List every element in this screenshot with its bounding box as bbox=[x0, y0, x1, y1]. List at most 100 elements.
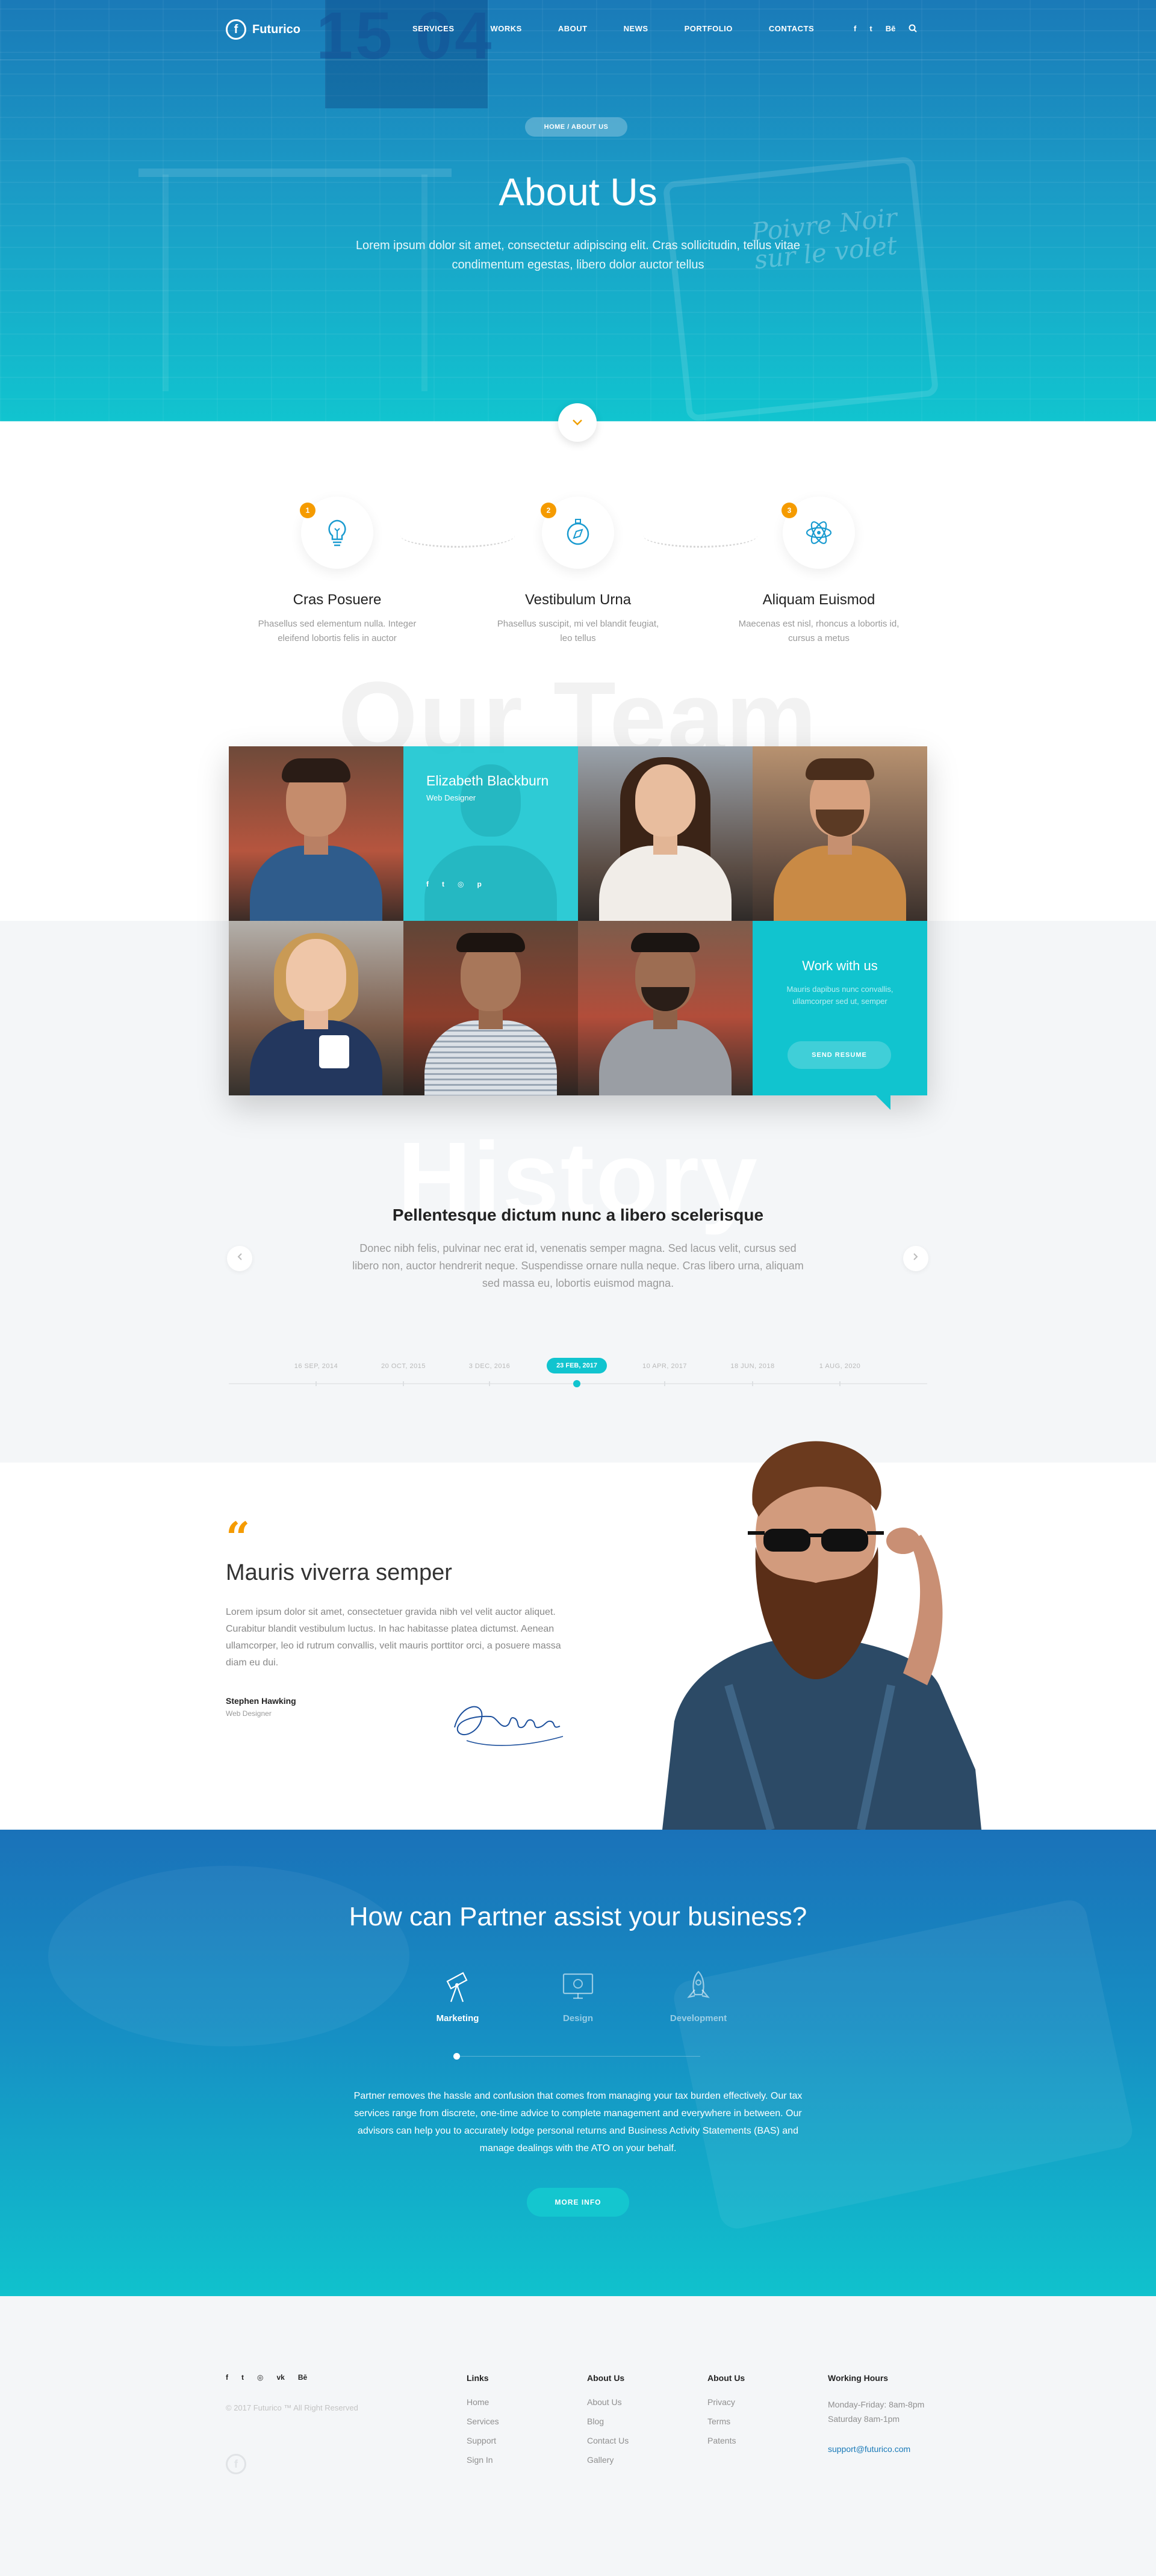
timeline-item-active[interactable]: 23 FEB, 2017 bbox=[547, 1358, 607, 1373]
vk-icon[interactable]: vk bbox=[276, 2373, 284, 2382]
footer-link[interactable]: Terms bbox=[707, 2417, 745, 2426]
telescope-icon bbox=[446, 1972, 468, 2002]
footer-link[interactable]: Services bbox=[467, 2417, 499, 2426]
facebook-icon[interactable]: f bbox=[426, 880, 429, 888]
timeline-tick bbox=[315, 1381, 317, 1386]
timeline-tick bbox=[839, 1381, 841, 1386]
working-hours-line: Saturday 8am-1pm bbox=[828, 2414, 900, 2424]
timeline-item[interactable]: 18 JUN, 2018 bbox=[730, 1363, 774, 1370]
testimonial-author-name: Stephen Hawking bbox=[226, 1696, 296, 1706]
feature-text: Phasellus sed elementum nulla. Integer e… bbox=[258, 619, 417, 643]
timeline-item[interactable]: 1 AUG, 2020 bbox=[819, 1363, 861, 1370]
page-title: About Us bbox=[499, 170, 657, 214]
compass-icon bbox=[567, 519, 589, 545]
timeline-item[interactable]: 16 SEP, 2014 bbox=[294, 1363, 338, 1370]
feature-icon-circle: 1 bbox=[300, 497, 373, 569]
history-next-button[interactable] bbox=[903, 1246, 928, 1271]
nav-item-works[interactable]: Works bbox=[491, 24, 522, 33]
footer: f t ◎ vk Bē © 2017 Futurico ™ All Right … bbox=[0, 2296, 1156, 2576]
cta-title: Work with us bbox=[802, 958, 878, 973]
timeline-active-dot bbox=[573, 1380, 580, 1387]
hero-section: 15 04 Poivre Noir sur le volet f Futuric… bbox=[0, 0, 1156, 421]
scroll-down-button[interactable] bbox=[558, 403, 597, 442]
atom-icon bbox=[806, 521, 832, 544]
working-hours-line: Monday-Friday: 8am-8pm bbox=[828, 2400, 925, 2409]
footer-link[interactable]: Patents bbox=[707, 2436, 745, 2445]
tab-label: Development bbox=[670, 2013, 727, 2023]
history-prev-button[interactable] bbox=[227, 1246, 252, 1271]
footer-logo-icon[interactable]: f bbox=[226, 2454, 246, 2474]
footer-link[interactable]: About Us bbox=[587, 2397, 629, 2407]
partner-title: How can Partner assist your business? bbox=[349, 1902, 807, 1931]
instagram-icon[interactable]: ◎ bbox=[458, 880, 464, 888]
footer-column-legal: About Us Privacy Terms Patents bbox=[707, 2373, 745, 2455]
team-member-photo[interactable] bbox=[578, 921, 753, 1095]
feature-number: 2 bbox=[541, 503, 556, 518]
search-icon[interactable] bbox=[909, 24, 918, 34]
team-member-photo[interactable] bbox=[403, 921, 578, 1095]
facebook-icon[interactable]: f bbox=[854, 24, 856, 34]
signature-image bbox=[454, 1706, 564, 1746]
team-member-photo[interactable] bbox=[229, 746, 403, 921]
footer-link[interactable]: Support bbox=[467, 2436, 499, 2445]
footer-link[interactable]: Home bbox=[467, 2397, 499, 2407]
timeline-tick bbox=[403, 1381, 404, 1386]
testimonial-text: Lorem ipsum dolor sit amet, consectetuer… bbox=[226, 1607, 561, 1668]
chevron-left-icon bbox=[237, 1253, 242, 1260]
copyright: © 2017 Futurico ™ All Right Reserved bbox=[226, 2403, 358, 2412]
footer-link[interactable]: Privacy bbox=[707, 2397, 745, 2407]
feature-icon-circle: 3 bbox=[782, 497, 855, 569]
footer-link[interactable]: Sign In bbox=[467, 2455, 499, 2465]
monitor-icon bbox=[562, 1973, 594, 1999]
tab-development[interactable]: Development bbox=[656, 1969, 741, 2023]
more-info-button[interactable]: MORE INFO bbox=[527, 2188, 629, 2217]
team-member-photo[interactable] bbox=[229, 921, 403, 1095]
facebook-icon[interactable]: f bbox=[226, 2373, 228, 2382]
rocket-icon bbox=[687, 1971, 710, 1998]
twitter-icon[interactable]: t bbox=[442, 880, 444, 888]
support-email-link[interactable]: support@futurico.com bbox=[828, 2444, 924, 2454]
pinterest-icon[interactable]: p bbox=[477, 880, 481, 888]
footer-column-title: About Us bbox=[587, 2373, 625, 2383]
footer-link[interactable]: Contact Us bbox=[587, 2436, 629, 2445]
send-resume-button[interactable]: SEND RESUME bbox=[788, 1041, 891, 1069]
nav-item-contacts[interactable]: Contacts bbox=[769, 24, 814, 33]
logo-text: Futurico bbox=[252, 22, 300, 36]
behance-icon[interactable]: Bē bbox=[886, 24, 896, 34]
team-member-hover-card[interactable]: Elizabeth Blackburn Web Designer f t ◎ p bbox=[403, 746, 578, 921]
nav-item-news[interactable]: News bbox=[624, 24, 648, 33]
main-navigation: f Futurico Services Works About News Por… bbox=[0, 0, 1156, 60]
dribbble-icon[interactable]: ◎ bbox=[257, 2373, 263, 2382]
team-member-photo[interactable] bbox=[578, 746, 753, 921]
footer-column-title: About Us bbox=[707, 2373, 745, 2383]
feature-text: Phasellus suscipit, mi vel blandit feugi… bbox=[497, 619, 659, 643]
behance-icon[interactable]: Bē bbox=[298, 2373, 307, 2382]
footer-link[interactable]: Blog bbox=[587, 2417, 629, 2426]
nav-item-about[interactable]: About bbox=[558, 24, 588, 33]
team-member-photo[interactable] bbox=[753, 746, 927, 921]
timeline-item[interactable]: 20 OCT, 2015 bbox=[381, 1363, 426, 1370]
breadcrumb[interactable]: HOME / ABOUT US bbox=[525, 117, 627, 137]
nav-item-services[interactable]: Services bbox=[412, 24, 455, 33]
twitter-icon[interactable]: t bbox=[241, 2373, 244, 2382]
footer-social: f t ◎ vk Bē bbox=[226, 2373, 307, 2382]
logo-icon: f bbox=[226, 19, 246, 40]
team-member-figure bbox=[753, 746, 927, 921]
team-member-figure bbox=[229, 921, 403, 1095]
nav-item-portfolio[interactable]: Portfolio bbox=[685, 24, 733, 33]
feature-item: 2 Vestibulum Urna Phasellus suscipit, mi… bbox=[479, 497, 677, 646]
tab-design[interactable]: Design bbox=[536, 1969, 620, 2023]
nav-social: f t Bē bbox=[854, 24, 918, 34]
partner-text: Partner removes the hassle and confusion… bbox=[353, 2091, 803, 2153]
history-subtitle: Pellentesque dictum nunc a libero sceler… bbox=[392, 1206, 764, 1224]
tab-marketing[interactable]: Marketing bbox=[415, 1969, 500, 2023]
timeline-item[interactable]: 3 DEC, 2016 bbox=[469, 1363, 510, 1370]
footer-link[interactable]: Gallery bbox=[587, 2455, 629, 2465]
chevron-down-icon bbox=[573, 420, 582, 426]
twitter-icon[interactable]: t bbox=[869, 24, 872, 34]
team-member-role: Web Designer bbox=[426, 793, 476, 802]
tab-indicator-track bbox=[456, 2056, 700, 2057]
site-logo[interactable]: f Futurico bbox=[226, 19, 300, 40]
feature-title: Aliquam Euismod bbox=[762, 592, 875, 608]
timeline-item[interactable]: 10 APR, 2017 bbox=[642, 1363, 687, 1370]
